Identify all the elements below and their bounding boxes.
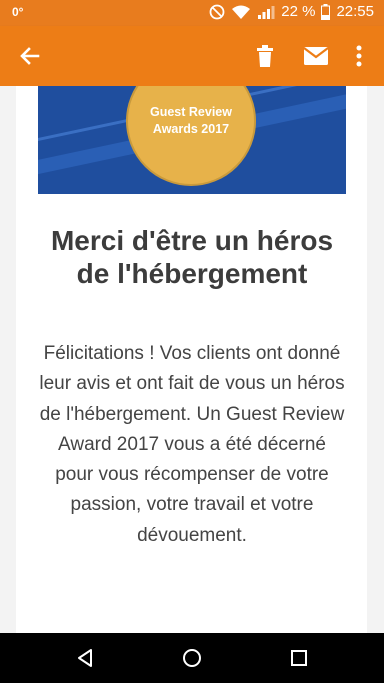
app-bar xyxy=(0,26,384,86)
battery-icon xyxy=(321,3,331,20)
status-icons: 22 % 22:55 xyxy=(209,3,374,20)
nav-recents-icon xyxy=(291,650,307,666)
status-bar: 0° 22 % 22:55 xyxy=(0,0,384,26)
delete-button[interactable] xyxy=(252,42,278,70)
mail-icon xyxy=(303,47,329,65)
email-body: Félicitations ! Vos clients ont donné le… xyxy=(39,343,345,546)
navigation-bar xyxy=(0,633,384,683)
clock: 22:55 xyxy=(336,3,374,20)
more-vert-icon xyxy=(356,45,362,67)
signal-icon xyxy=(257,5,275,19)
wifi-icon xyxy=(231,4,251,20)
medal-label: Guest Review Awards 2017 xyxy=(128,104,254,138)
email-heading: Merci d'être un héros de l'hébergement xyxy=(50,225,334,289)
back-button[interactable] xyxy=(16,42,44,70)
email-card: Guest Review Awards 2017 Merci d'être un… xyxy=(16,86,367,633)
trash-icon xyxy=(257,45,273,67)
nav-back-button[interactable] xyxy=(74,647,96,669)
nav-home-icon xyxy=(183,649,201,667)
medal-line-1: Guest Review xyxy=(150,105,232,119)
temperature-indicator: 0° xyxy=(12,5,24,19)
nav-recents-button[interactable] xyxy=(288,647,310,669)
arrow-back-icon xyxy=(20,47,40,65)
award-medal: Guest Review Awards 2017 xyxy=(126,86,256,186)
more-options-button[interactable] xyxy=(352,42,366,70)
do-not-disturb-icon xyxy=(209,4,225,20)
email-content[interactable]: Guest Review Awards 2017 Merci d'être un… xyxy=(0,86,384,633)
medal-line-2: Awards 2017 xyxy=(152,122,230,136)
nav-home-button[interactable] xyxy=(181,647,203,669)
battery-percent: 22 % xyxy=(281,3,316,20)
mail-button[interactable] xyxy=(302,44,330,68)
nav-back-icon xyxy=(78,649,92,667)
award-banner: Guest Review Awards 2017 xyxy=(38,86,346,194)
